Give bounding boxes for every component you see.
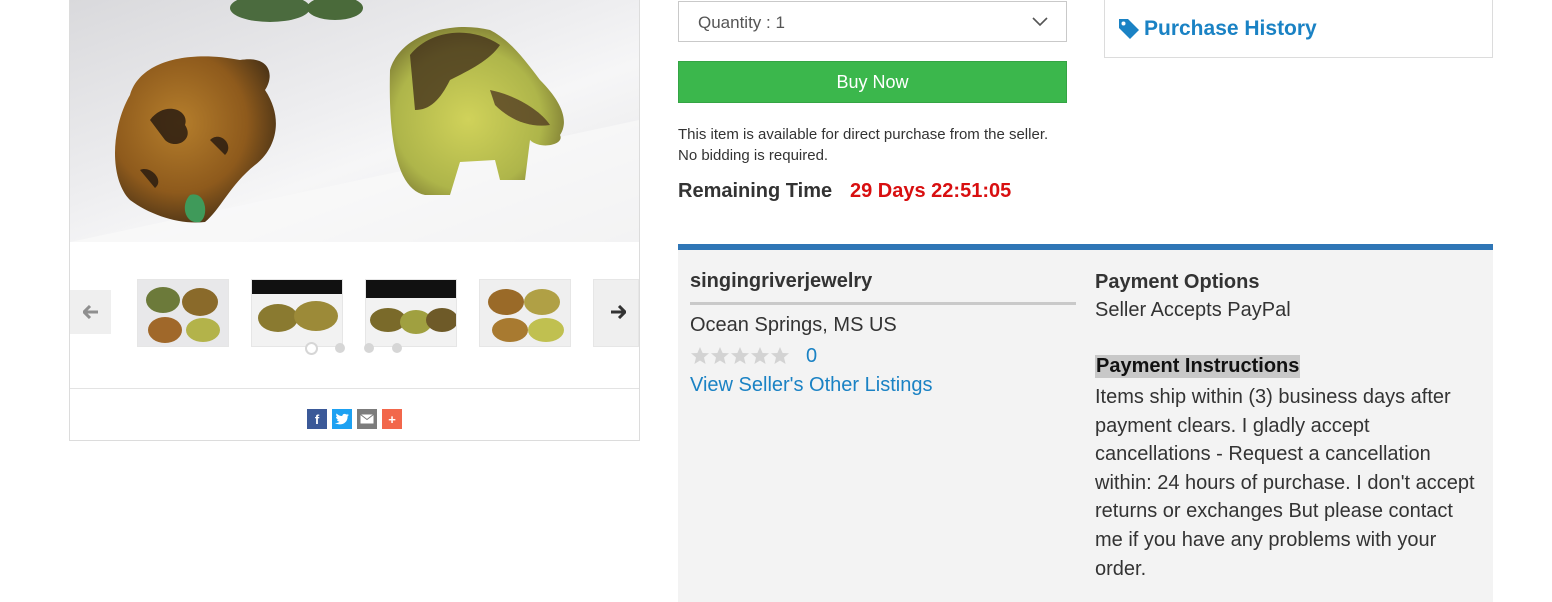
seller-location: Ocean Springs, MS US [690,314,897,336]
star-icon [731,347,749,364]
remaining-time-label: Remaining Time [678,180,833,202]
payment-instructions-text: Items ship within (3) business days afte… [1095,386,1475,580]
star-icon [711,347,729,364]
seller-rating-stars [690,346,790,366]
buy-now-button[interactable]: Buy Now [678,61,1067,103]
star-icon [691,347,709,364]
star-icon [751,347,769,364]
twitter-bird-glyph [335,413,349,425]
arrow-right-icon [610,305,626,319]
divider [70,388,639,389]
availability-line-1: This item is available for direct purcha… [678,126,1049,143]
image-gallery: f + [69,0,640,441]
carousel-dot-4[interactable] [392,343,402,353]
turquoise-bears-photo [70,0,639,242]
carousel-dot-1[interactable] [305,342,318,355]
thumbnail-image [252,280,342,346]
star-icon [771,347,789,364]
remaining-time-value: 29 Days 22:51:05 [850,180,1012,202]
seller-other-listings-link[interactable]: View Seller's Other Listings [690,374,932,397]
payment-options-value: Seller Accepts PayPal [1095,299,1291,321]
thumbnail-image [138,280,228,346]
payment-options-title: Payment Options [1095,271,1260,293]
thumbnail-image [480,280,570,346]
thumbnail-4[interactable] [479,279,571,347]
carousel-dot-3[interactable] [364,343,374,353]
quantity-label: Quantity : 1 [698,13,785,32]
purchase-history-link[interactable]: Purchase History [1144,17,1317,41]
share-bar: f + [307,409,402,429]
thumbnail-3[interactable] [365,279,457,347]
quantity-select[interactable]: Quantity : 1 [678,1,1067,42]
purchase-history-box: Purchase History [1104,0,1493,58]
thumbnail-1[interactable] [137,279,229,347]
email-icon[interactable] [357,409,377,429]
carousel-next-button[interactable] [597,290,638,334]
thumbnail-carousel [70,270,639,360]
envelope-glyph [360,414,374,424]
twitter-icon[interactable] [332,409,352,429]
seller-info-panel: singingriverjewelry Ocean Springs, MS US… [678,244,1493,602]
chevron-down-icon [1032,14,1048,32]
thumbnail-image [366,280,456,346]
more-share-icon[interactable]: + [382,409,402,429]
main-product-image[interactable] [70,0,639,242]
divider [690,302,1076,305]
arrow-left-icon [82,305,98,319]
tag-icon [1118,18,1140,45]
payment-instructions-title: Payment Instructions [1095,355,1301,378]
availability-line-2: No bidding is required. [678,147,829,164]
carousel-prev-button[interactable] [70,290,111,334]
availability-note: This item is available for direct purcha… [678,124,1078,166]
carousel-dot-2[interactable] [335,343,345,353]
facebook-icon[interactable]: f [307,409,327,429]
feedback-count-link[interactable]: 0 [806,345,817,368]
seller-name[interactable]: singingriverjewelry [690,270,872,293]
thumbnail-2[interactable] [251,279,343,347]
